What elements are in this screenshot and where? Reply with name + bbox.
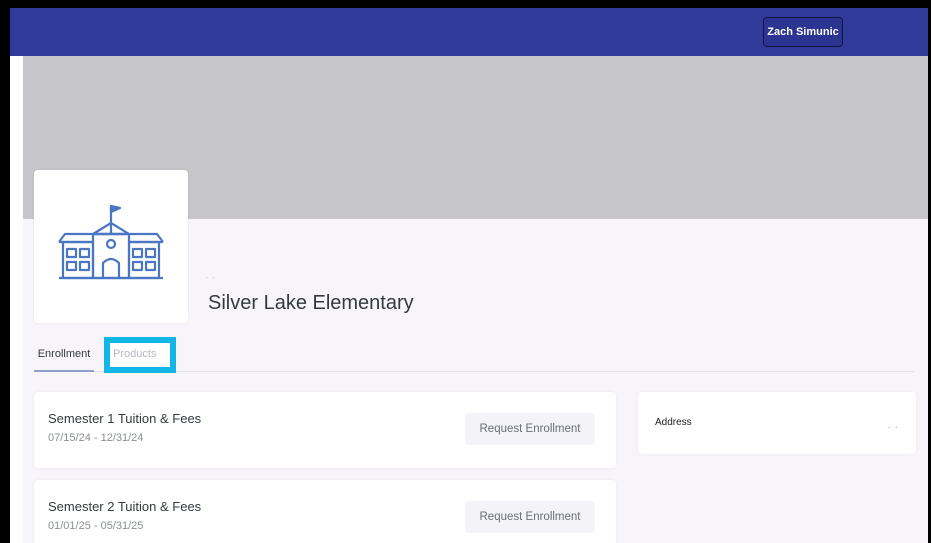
app: Zach Simunic . . Silver Lake Elementary …: [10, 8, 928, 543]
product-title: Semester 1 Tuition & Fees: [48, 411, 202, 426]
request-enrollment-button[interactable]: Request Enrollment: [465, 413, 595, 445]
address-label: Address: [655, 417, 692, 428]
product-dates: 07/15/24 - 12/31/24: [48, 432, 144, 444]
user-menu-button[interactable]: Zach Simunic: [763, 17, 843, 47]
school-name-prefix: . .: [206, 271, 216, 280]
frame-top: [0, 0, 931, 8]
tab-products[interactable]: Products: [104, 337, 176, 373]
tab-bar: Enrollment Products: [34, 337, 914, 373]
frame-left: [0, 0, 10, 543]
product-card: Semester 1 Tuition & Fees 07/15/24 - 12/…: [34, 392, 616, 468]
top-bar: Zach Simunic: [10, 8, 928, 56]
product-title: Semester 2 Tuition & Fees: [48, 499, 202, 514]
school-logo-card: [34, 170, 188, 323]
product-dates: 01/01/25 - 05/31/25: [48, 520, 144, 532]
left-gutter: [10, 56, 23, 543]
tab-enrollment[interactable]: Enrollment: [34, 338, 94, 372]
product-card: Semester 2 Tuition & Fees 01/01/25 - 05/…: [34, 480, 616, 543]
address-card: Address . .: [638, 392, 916, 454]
request-enrollment-button[interactable]: Request Enrollment: [465, 501, 595, 533]
school-building-icon: [58, 204, 164, 279]
address-value: . .: [888, 420, 899, 430]
school-name: Silver Lake Elementary: [208, 292, 414, 314]
